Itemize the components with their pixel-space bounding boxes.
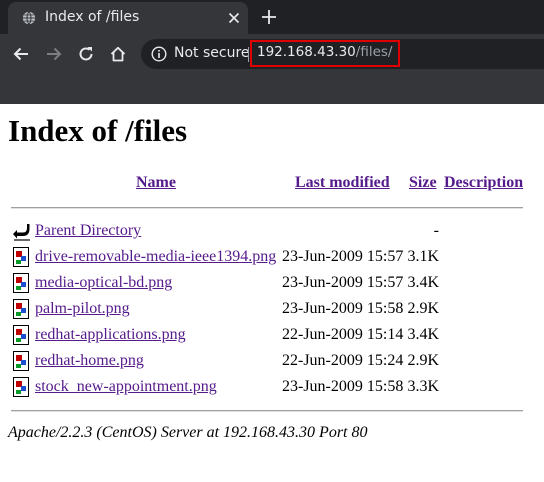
file-row: palm-pilot.png 23-Jun-2009 15:58 2.9K bbox=[0, 296, 544, 322]
omnibox-divider bbox=[248, 47, 249, 62]
column-header-size[interactable]: Size bbox=[409, 174, 437, 192]
file-row: redhat-applications.png 22-Jun-2009 15:1… bbox=[0, 322, 544, 348]
server-signature: Apache/2.2.3 (CentOS) Server at 192.168.… bbox=[8, 424, 368, 441]
home-icon[interactable] bbox=[109, 45, 127, 63]
file-size: 3.1K bbox=[407, 248, 439, 265]
file-link[interactable]: drive-removable-media-ieee1394.png bbox=[35, 248, 276, 266]
header-divider bbox=[11, 207, 523, 209]
parent-directory-link[interactable]: Parent Directory bbox=[35, 222, 141, 240]
column-header-name[interactable]: Name bbox=[136, 174, 176, 192]
image-file-icon bbox=[13, 247, 29, 267]
footer-divider bbox=[11, 410, 523, 412]
reload-icon[interactable] bbox=[77, 45, 95, 63]
plus-icon[interactable] bbox=[262, 10, 276, 24]
back-arrow-icon[interactable] bbox=[12, 45, 30, 63]
image-file-icon bbox=[13, 299, 29, 319]
image-file-icon bbox=[13, 325, 29, 345]
url-text[interactable]: 192.168.43.30/files/ bbox=[257, 44, 392, 60]
file-modified: 22-Jun-2009 15:14 bbox=[282, 326, 404, 343]
file-size: 3.4K bbox=[407, 326, 439, 343]
image-file-icon bbox=[13, 351, 29, 371]
parent-directory-row: Parent Directory - bbox=[0, 218, 544, 244]
file-link[interactable]: palm-pilot.png bbox=[35, 300, 130, 318]
info-icon[interactable] bbox=[151, 46, 167, 62]
tab-strip: Index of /files bbox=[0, 0, 544, 34]
file-modified: 23-Jun-2009 15:57 bbox=[282, 248, 404, 265]
file-modified: 23-Jun-2009 15:58 bbox=[282, 378, 404, 395]
file-modified: 23-Jun-2009 15:57 bbox=[282, 274, 404, 291]
file-modified: 22-Jun-2009 15:24 bbox=[282, 352, 404, 369]
page-title: Index of /files bbox=[8, 113, 188, 148]
close-icon[interactable] bbox=[228, 12, 240, 24]
url-host: 192.168.43.30 bbox=[257, 44, 356, 60]
image-file-icon bbox=[13, 377, 29, 397]
tab-title: Index of /files bbox=[45, 9, 140, 25]
file-modified: 23-Jun-2009 15:58 bbox=[282, 300, 404, 317]
page-content: Index of /files Name Last modified Size … bbox=[0, 104, 544, 482]
file-link[interactable]: stock_new-appointment.png bbox=[35, 378, 217, 396]
file-row: stock_new-appointment.png 23-Jun-2009 15… bbox=[0, 374, 544, 400]
browser-tab[interactable]: Index of /files bbox=[8, 2, 248, 34]
security-label: Not secure bbox=[174, 45, 250, 61]
file-size: 3.3K bbox=[407, 378, 439, 395]
globe-icon bbox=[22, 11, 36, 25]
file-row: media-optical-bd.png 23-Jun-2009 15:57 3… bbox=[0, 270, 544, 296]
file-size: 3.4K bbox=[407, 274, 439, 291]
column-header-description[interactable]: Description bbox=[444, 174, 523, 192]
file-link[interactable]: media-optical-bd.png bbox=[35, 274, 172, 292]
parent-size: - bbox=[433, 222, 439, 239]
file-row: drive-removable-media-ieee1394.png 23-Ju… bbox=[0, 244, 544, 270]
image-file-icon bbox=[13, 273, 29, 293]
forward-arrow-icon[interactable] bbox=[45, 45, 63, 63]
file-size: 2.9K bbox=[407, 300, 439, 317]
file-row: redhat-home.png 22-Jun-2009 15:24 2.9K bbox=[0, 348, 544, 374]
file-link[interactable]: redhat-home.png bbox=[35, 352, 144, 370]
file-size: 2.9K bbox=[407, 352, 439, 369]
file-link[interactable]: redhat-applications.png bbox=[35, 326, 186, 344]
column-header-last-modified[interactable]: Last modified bbox=[295, 174, 390, 192]
url-path: /files/ bbox=[355, 44, 393, 60]
back-folder-icon bbox=[13, 224, 30, 241]
